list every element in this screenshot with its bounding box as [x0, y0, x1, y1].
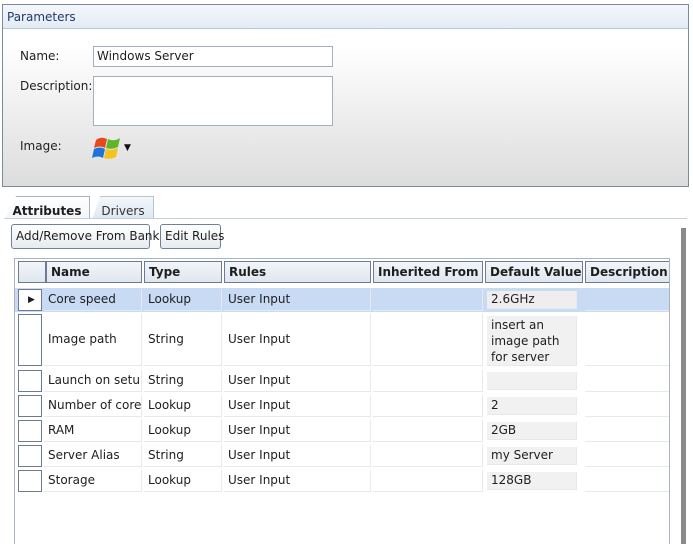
row-selector[interactable] [18, 420, 42, 442]
cell-description[interactable] [585, 289, 669, 311]
cell-name[interactable]: Server Alias [44, 445, 142, 467]
cell-type[interactable]: Lookup [144, 289, 222, 311]
table-row[interactable]: ▶ Core speed Lookup User Input 2.6GHz [15, 288, 669, 312]
cell-rules[interactable]: User Input [224, 445, 371, 467]
cell-description[interactable] [585, 395, 669, 417]
description-label: Description: [20, 79, 93, 93]
parameters-title: Parameters [3, 5, 688, 29]
image-picker[interactable]: ▼ [89, 132, 139, 166]
table-row[interactable]: Server Alias String User Input my Server [15, 444, 669, 468]
cell-type[interactable]: Lookup [144, 395, 222, 417]
cell-default-value[interactable]: my Server [487, 447, 577, 465]
cell-description[interactable] [585, 470, 669, 492]
cell-name[interactable]: Launch on setup [44, 370, 142, 392]
cell-rules[interactable]: User Input [224, 370, 371, 392]
cell-rules[interactable]: User Input [224, 314, 371, 366]
cell-type[interactable]: Lookup [144, 420, 222, 442]
table-row[interactable]: Launch on setup String User Input [15, 369, 669, 393]
cell-inherited-from[interactable] [373, 445, 483, 467]
row-selector[interactable] [18, 314, 42, 366]
row-header-corner [18, 261, 46, 283]
cell-rules[interactable]: User Input [224, 395, 371, 417]
current-row-arrow-icon: ▶ [28, 295, 35, 305]
row-selector[interactable] [18, 395, 42, 417]
cell-inherited-from[interactable] [373, 420, 483, 442]
name-label: Name: [20, 49, 60, 63]
tab-attributes[interactable]: Attributes [4, 196, 90, 220]
cell-inherited-from[interactable] [373, 470, 483, 492]
cell-description[interactable] [585, 314, 669, 366]
cell-default-value[interactable]: 2.6GHz [487, 291, 577, 309]
cell-default-value[interactable]: 2GB [487, 422, 577, 440]
description-field[interactable] [93, 76, 333, 126]
cell-description[interactable] [585, 420, 669, 442]
row-selector[interactable] [18, 370, 42, 392]
cell-inherited-from[interactable] [373, 395, 483, 417]
add-remove-from-bank-button[interactable]: Add/Remove From Bank [11, 224, 159, 249]
cell-inherited-from[interactable] [373, 314, 483, 366]
cell-type[interactable]: String [144, 370, 222, 392]
cell-type[interactable]: String [144, 314, 222, 366]
cell-default-value[interactable]: 2 [487, 397, 577, 415]
cell-name[interactable]: Core speed [44, 289, 142, 311]
table-row[interactable]: Image path String User Input insert an i… [15, 313, 669, 367]
column-header-type[interactable]: Type [144, 261, 222, 283]
column-header-default-value[interactable]: Default Value [485, 261, 583, 283]
column-header-rules[interactable]: Rules [224, 261, 371, 283]
cell-default-value[interactable]: 128GB [487, 472, 577, 490]
column-header-description[interactable]: Description [585, 261, 669, 283]
row-selector[interactable] [18, 445, 42, 467]
panel-right-edge [681, 228, 686, 544]
table-row[interactable]: Number of cores Lookup User Input 2 [15, 394, 669, 418]
cell-inherited-from[interactable] [373, 289, 483, 311]
cell-name[interactable]: RAM [44, 420, 142, 442]
cell-type[interactable]: String [144, 445, 222, 467]
table-row[interactable]: RAM Lookup User Input 2GB [15, 419, 669, 443]
column-header-name[interactable]: Name [46, 261, 142, 283]
cell-rules[interactable]: User Input [224, 289, 371, 311]
cell-rules[interactable]: User Input [224, 470, 371, 492]
windows-logo-icon [92, 137, 120, 159]
table-row[interactable]: Storage Lookup User Input 128GB [15, 469, 669, 493]
cell-type[interactable]: Lookup [144, 470, 222, 492]
cell-default-value[interactable]: insert an image path for server configur… [487, 316, 577, 366]
cell-rules[interactable]: User Input [224, 420, 371, 442]
row-selector[interactable] [18, 470, 42, 492]
cell-description[interactable] [585, 370, 669, 392]
name-field[interactable]: Windows Server [93, 46, 333, 67]
cell-inherited-from[interactable] [373, 370, 483, 392]
cell-default-value[interactable] [487, 372, 577, 390]
cell-description[interactable] [585, 445, 669, 467]
attributes-grid: Name Type Rules Inherited From Default V… [14, 258, 670, 544]
tab-drivers[interactable]: Drivers [92, 196, 154, 220]
row-selector[interactable]: ▶ [18, 289, 42, 311]
edit-rules-button[interactable]: Edit Rules [160, 224, 224, 249]
cell-name[interactable]: Number of cores [44, 395, 142, 417]
cell-name[interactable]: Image path [44, 314, 142, 366]
cell-name[interactable]: Storage [44, 470, 142, 492]
column-header-inherited-from[interactable]: Inherited From [373, 261, 483, 283]
image-label: Image: [20, 139, 62, 153]
chevron-down-icon: ▼ [124, 143, 131, 153]
